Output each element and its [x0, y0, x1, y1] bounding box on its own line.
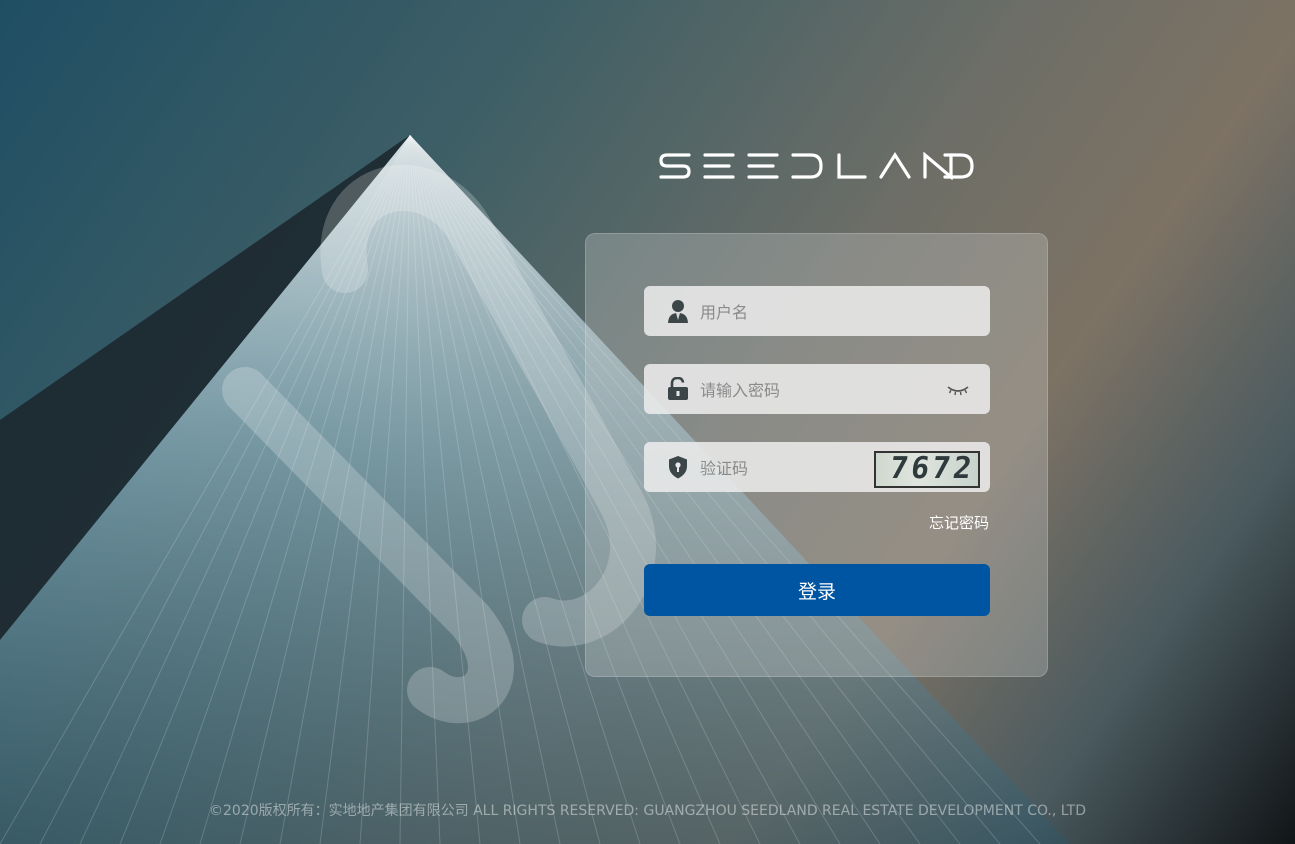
user-icon: [668, 300, 688, 323]
seedland-logo: [659, 152, 974, 180]
captcha-image[interactable]: 7672: [874, 451, 980, 488]
username-field[interactable]: [644, 286, 990, 338]
captcha-field[interactable]: 7672: [644, 442, 990, 494]
username-input[interactable]: [698, 286, 972, 338]
captcha-input[interactable]: [698, 442, 862, 494]
login-button[interactable]: 登录: [644, 564, 990, 616]
eye-closed-icon[interactable]: [946, 380, 970, 398]
captcha-code: 7672: [887, 451, 977, 486]
password-field[interactable]: [644, 364, 990, 416]
copyright-footer: ©2020版权所有：实地地产集团有限公司 ALL RIGHTS RESERVED…: [209, 803, 1086, 819]
forgot-password-link[interactable]: 忘记密码: [929, 512, 989, 533]
login-card: 7672 忘记密码 登录: [585, 233, 1048, 677]
shield-icon: [669, 456, 687, 479]
lock-icon: [668, 377, 688, 400]
password-input[interactable]: [698, 364, 932, 416]
